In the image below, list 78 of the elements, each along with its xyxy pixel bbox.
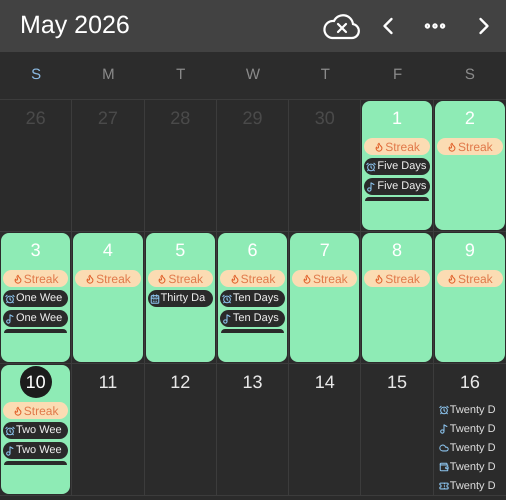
day-card[interactable]: 3 Streak One Wee One Wee [1,233,70,362]
day-number: 10 [20,366,52,398]
day-cell[interactable]: 11 [73,365,143,494]
alarm-clock-icon [366,162,376,172]
music-note-icon [438,424,449,434]
weekday-label: M [101,65,116,86]
event-tag[interactable]: One Wee [3,290,68,307]
alarm-clock-icon [222,294,232,304]
more-events-bar[interactable] [220,329,284,333]
flame-icon [157,274,168,284]
alarm-clock-icon [438,405,449,415]
day-card[interactable]: 10 Streak Two Wee Two Wee [1,365,70,494]
calendar-icon [150,294,160,304]
flame-icon [374,274,384,284]
day-card[interactable]: 6 Streak Ten Days Ten Days [218,233,288,362]
more-events-bar[interactable] [365,197,429,201]
day-cell[interactable]: 12 [146,365,215,494]
weekday-label: T [175,65,186,86]
day-card[interactable]: 1 Streak Five Days Five Days [362,101,432,230]
event-item[interactable]: Twenty D [436,440,503,456]
event-item[interactable]: Twenty D [436,478,503,494]
flame-icon [302,274,312,284]
cloud-sync-error-icon[interactable] [322,11,362,41]
day-number: 3 [30,241,41,259]
day-number: 1 [392,109,402,127]
flame-icon [85,274,96,284]
event-tag[interactable]: One Wee [3,310,68,327]
day-number: 7 [320,241,330,259]
flame-icon [447,142,457,152]
event-tag[interactable]: Two Wee [3,442,68,459]
day-number: 13 [242,373,262,391]
flame-icon [374,142,384,152]
ticket-icon [438,481,449,491]
day-number: 12 [170,373,190,391]
event-tag[interactable]: Ten Days [220,310,286,327]
weekday-label: S [464,65,476,86]
music-note-icon [5,446,15,456]
day-cell[interactable]: 15 [362,365,432,494]
day-number: 8 [392,241,402,259]
wallet-icon [438,462,449,472]
day-cell[interactable]: 14 [290,365,360,494]
month-title: May 2026 [20,10,131,42]
music-note-icon [222,314,232,324]
day-number: 16 [460,373,480,391]
event-tag[interactable]: Ten Days [220,290,286,307]
weekday-label: W [244,65,262,86]
event-tag[interactable]: Two Wee [3,422,68,439]
day-number: 9 [464,241,475,259]
flame-icon [447,274,457,284]
cloud-icon [438,443,449,453]
alarm-clock-icon [5,426,15,436]
event-item[interactable]: Twenty D [436,402,503,418]
event-item[interactable]: Twenty D [436,459,503,475]
day-card[interactable]: 5 Streak Thirty Da [146,233,215,362]
event-tag[interactable]: Thirty Da [148,290,213,307]
flame-icon [230,274,240,284]
more-events-bar[interactable] [4,461,68,465]
event-tag[interactable]: Five Days [364,158,430,175]
event-tag[interactable]: Five Days [364,178,430,195]
more-events-bar[interactable] [4,329,68,333]
alarm-clock-icon [5,294,15,304]
weekday-label: S [30,65,42,86]
day-number: 2 [464,109,475,127]
day-number: 11 [98,373,118,391]
weekday-label: T [320,65,331,86]
day-number: 4 [102,241,113,259]
day-number: 6 [247,241,258,259]
flame-icon [12,274,23,284]
day-number: 15 [387,373,408,391]
music-note-icon [5,314,15,324]
weekday-label: F [392,65,404,86]
event-item[interactable]: Twenty D [436,421,503,437]
day-number: 5 [175,241,186,259]
day-cell[interactable]: 16 Twenty D Twenty D Twenty D Twenty D Twenty D [434,365,505,494]
day-number: 14 [314,373,335,391]
flame-icon [12,406,23,416]
music-note-icon [366,182,376,192]
day-cell[interactable]: 13 [218,365,288,494]
